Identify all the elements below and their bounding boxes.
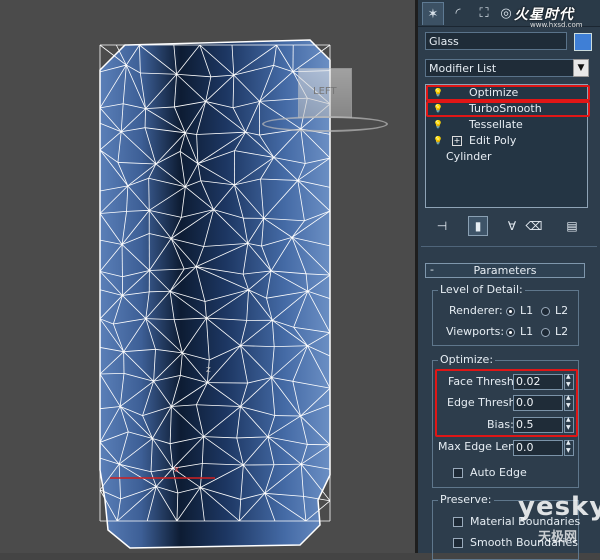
object-name-field[interactable]: Glass xyxy=(425,32,567,50)
smooth-boundaries-checkbox[interactable] xyxy=(453,538,463,548)
show-end-result-icon[interactable]: ▮ xyxy=(468,216,488,236)
stack-toolbar: ⊣ ▮ ∀ ⌫ ▤ xyxy=(418,214,600,238)
modifier-stack-label: Cylinder xyxy=(446,149,492,165)
chevron-down-icon[interactable]: ▼ xyxy=(573,59,589,77)
axis-z-label: z xyxy=(206,365,211,375)
expand-icon[interactable]: + xyxy=(452,136,462,146)
max-edge-len-spinner[interactable] xyxy=(564,440,574,456)
max-edge-len-input[interactable]: 0.0 xyxy=(513,440,563,456)
modifier-stack-label: Edit Poly xyxy=(469,133,516,149)
lightbulb-icon[interactable]: 💡 xyxy=(433,119,443,131)
command-panel: ✶ ◜ ⛶ ◎ 火星时代 www.hxsd.com Glass Modifier… xyxy=(418,0,600,553)
make-unique-icon[interactable]: ∀ xyxy=(502,216,522,236)
create-tab-icon[interactable]: ✶ xyxy=(422,2,444,25)
level-of-detail-title: Level of Detail: xyxy=(438,283,525,296)
rollout-toggle[interactable]: - xyxy=(430,263,434,276)
optimize-title: Optimize: xyxy=(438,353,495,366)
preserve-title: Preserve: xyxy=(438,493,494,506)
pin-stack-icon[interactable]: ⊣ xyxy=(432,216,452,236)
viewports-l1-label: L1 xyxy=(520,325,533,338)
modifier-stack-item[interactable]: 💡 + Edit Poly xyxy=(426,133,587,149)
command-panel-tabs: ✶ ◜ ⛶ ◎ 火星时代 www.hxsd.com xyxy=(418,0,600,27)
max-edge-len-label: Max Edge Len: xyxy=(438,440,519,453)
renderer-label: Renderer: xyxy=(449,304,503,317)
remove-modifier-icon[interactable]: ⌫ xyxy=(524,216,544,236)
perspective-viewport[interactable]: LEFT z x xyxy=(0,0,415,553)
highlight-box-optimize xyxy=(426,85,590,101)
watermark-url: www.hxsd.com xyxy=(530,21,583,29)
modify-tab-icon[interactable]: ◜ xyxy=(448,2,468,24)
viewports-l1-radio[interactable] xyxy=(506,328,515,337)
auto-edge-checkbox[interactable] xyxy=(453,468,463,478)
modifier-stack-item[interactable]: 💡 Tessellate xyxy=(426,117,587,133)
parameters-rollout-title[interactable]: Parameters xyxy=(425,263,585,278)
hierarchy-tab-icon[interactable]: ⛶ xyxy=(474,2,494,24)
watermark-yesky-sub: 天极网 xyxy=(538,526,577,545)
viewcube-ring xyxy=(262,116,388,132)
motion-tab-icon[interactable]: ◎ xyxy=(496,2,516,24)
auto-edge-label: Auto Edge xyxy=(470,466,527,479)
viewports-l2-label: L2 xyxy=(555,325,568,338)
axis-x-label: x xyxy=(174,465,179,475)
viewports-label: Viewports: xyxy=(446,325,504,338)
highlight-box-turbosmooth xyxy=(426,101,590,117)
modifier-stack-item[interactable]: Cylinder xyxy=(426,149,587,165)
divider xyxy=(421,246,597,247)
modifier-list-dropdown[interactable]: Modifier List xyxy=(425,59,585,77)
watermark-yesky: yesky xyxy=(518,492,600,522)
viewports-l2-radio[interactable] xyxy=(541,328,550,337)
modifier-stack-label: Tessellate xyxy=(469,117,523,133)
highlight-box-optimize-params xyxy=(435,369,578,437)
renderer-l2-label: L2 xyxy=(555,304,568,317)
renderer-l1-radio[interactable] xyxy=(506,307,515,316)
object-color-swatch[interactable] xyxy=(574,33,592,51)
glass-wireframe-mesh xyxy=(0,0,415,553)
material-boundaries-checkbox[interactable] xyxy=(453,517,463,527)
configure-modifier-sets-icon[interactable]: ▤ xyxy=(562,216,582,236)
renderer-l1-label: L1 xyxy=(520,304,533,317)
renderer-l2-radio[interactable] xyxy=(541,307,550,316)
lightbulb-icon[interactable]: 💡 xyxy=(433,135,443,147)
viewcube-label: LEFT xyxy=(313,86,337,97)
